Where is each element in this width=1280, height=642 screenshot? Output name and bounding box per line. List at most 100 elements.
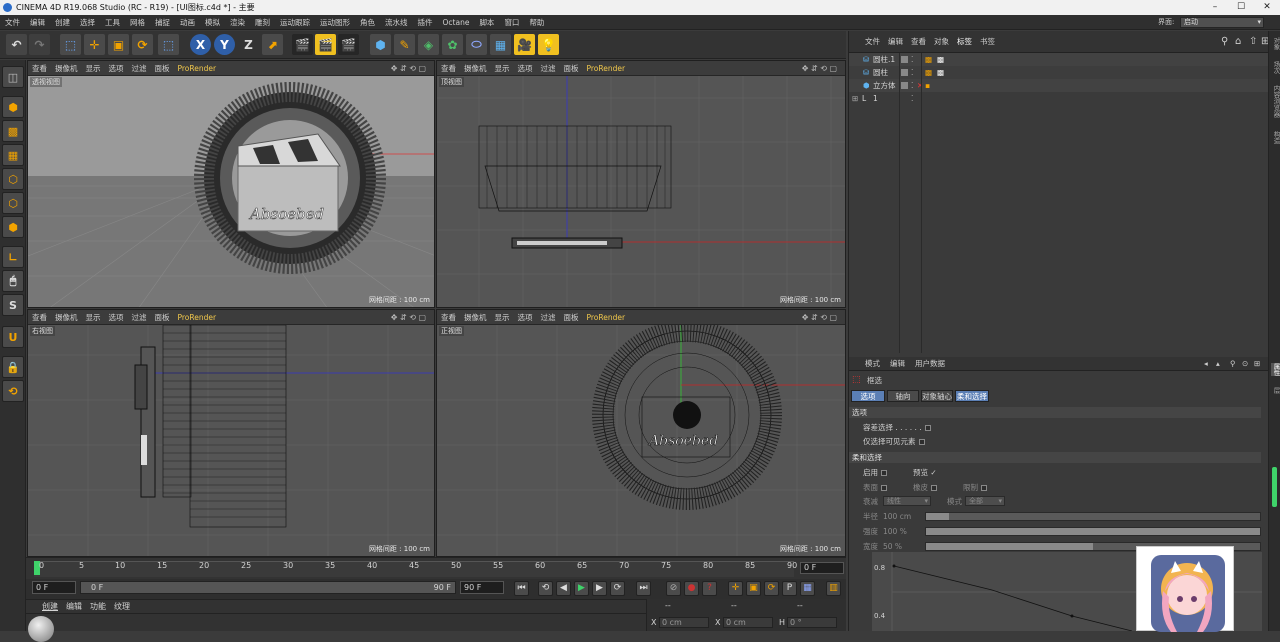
preview-checkmark[interactable]: ✓ (930, 468, 936, 477)
mode-select[interactable]: 全部 ▾ (965, 496, 1005, 506)
vp-menu-display[interactable]: 显示 (491, 61, 514, 76)
vp-menu-filter[interactable]: 过滤 (537, 310, 560, 325)
edges-mode-icon[interactable]: ⬡ (2, 192, 24, 214)
dock-tab-structure[interactable]: 构造 (1271, 131, 1280, 144)
live-selection-icon[interactable]: ⬚ (60, 34, 81, 55)
menu-tools[interactable]: 工具 (100, 15, 125, 30)
auto-key-icon[interactable]: ● (684, 581, 699, 596)
previous-frame-icon[interactable]: ◀ (556, 581, 571, 596)
recent-tool-icon[interactable]: ⬚ (158, 34, 179, 55)
tab-object-axis[interactable]: 对象轴心 (921, 390, 953, 402)
key-scale-icon[interactable]: ▣ (746, 581, 761, 596)
make-editable-icon[interactable]: ◫ (2, 66, 24, 88)
vp-menu-camera[interactable]: 摄像机 (51, 61, 82, 76)
previous-key-icon[interactable]: ⟲ (538, 581, 553, 596)
dock-tab-takes[interactable]: 场次 (1271, 61, 1280, 74)
menu-render[interactable]: 渲染 (225, 15, 250, 30)
vp-menu-camera[interactable]: 摄像机 (460, 310, 491, 325)
scroll-indicator[interactable] (1272, 467, 1277, 507)
vp-menu-options[interactable]: 选项 (105, 310, 128, 325)
current-frame-field[interactable]: 0 F (800, 562, 844, 574)
visibility-dots-icon[interactable]: ⁚ (911, 79, 913, 92)
surface-field[interactable]: 表面 (863, 482, 887, 493)
menu-plugins[interactable]: 插件 (413, 15, 438, 30)
start-frame-field[interactable]: 0 F (32, 581, 76, 594)
restrict-field[interactable]: 限制 (963, 482, 987, 493)
frame-range-slider[interactable]: 0 F 90 F (80, 581, 456, 594)
restrict-checkbox[interactable] (981, 485, 987, 491)
key-param-icon[interactable]: P (782, 581, 797, 596)
layout-grid-icon[interactable]: ⊞ (1249, 357, 1265, 371)
render-settings-icon[interactable]: 🎬 (338, 34, 359, 55)
go-to-end-icon[interactable]: ⏭ (636, 581, 651, 596)
coordinate-system-icon[interactable]: ⬈ (262, 34, 283, 55)
material-tab-function[interactable]: 功能 (86, 600, 110, 614)
material-ball[interactable] (28, 616, 54, 642)
axis-mode-icon[interactable]: ∟ (2, 246, 24, 268)
record-keys-icon[interactable]: ⊘ (666, 581, 681, 596)
material-tag-icon[interactable]: ▩ (925, 53, 932, 66)
layout-select[interactable]: 启动 ▾ (1180, 17, 1264, 28)
preview-field[interactable]: 预览 ✓ (913, 467, 937, 478)
enable-checkbox[interactable] (881, 470, 887, 476)
tab-soft-selection[interactable]: 柔和选择 (955, 390, 989, 402)
vp-menu-prorender[interactable]: ProRender (174, 61, 221, 76)
expand-icon[interactable]: ⊞ (852, 92, 858, 105)
obj-menu-tag[interactable]: 标签 (953, 31, 976, 53)
visibility-dots-icon[interactable]: ⁚ (911, 66, 913, 79)
dock-tab-attributes[interactable]: 属性 (1271, 363, 1280, 376)
material-tag-icon[interactable]: ▩ (925, 66, 932, 79)
viewport-nav-icons[interactable]: ✥ ⇵ ⟲ ▢ (798, 310, 841, 325)
home-icon[interactable]: ⌂ (1231, 31, 1245, 53)
rubber-checkbox[interactable] (931, 485, 937, 491)
tab-options[interactable]: 选项 (851, 390, 885, 402)
obj-menu-edit[interactable]: 编辑 (884, 31, 907, 53)
vp-menu-prorender[interactable]: ProRender (583, 61, 630, 76)
menu-script[interactable]: 脚本 (474, 15, 499, 30)
obj-menu-object[interactable]: 对象 (930, 31, 953, 53)
timeline-ruler[interactable]: 0 5 10 15 20 25 30 35 40 45 50 55 60 65 … (26, 557, 846, 579)
vp-menu-options[interactable]: 选项 (514, 61, 537, 76)
close-button[interactable]: ✕ (1254, 0, 1280, 15)
visible-only-field[interactable]: 仅选择可见元素 (863, 436, 925, 447)
end-frame-field[interactable]: 90 F (460, 581, 504, 594)
x-axis-button[interactable]: X (190, 34, 211, 55)
radius-slider[interactable] (925, 512, 1261, 521)
undo-button[interactable]: ↶ (6, 34, 27, 55)
obj-menu-file[interactable]: 文件 (849, 31, 884, 53)
falloff-select[interactable]: 线性 ▾ (883, 496, 931, 506)
coord-x2-field[interactable]: 0 cm (723, 617, 773, 628)
vp-menu-display[interactable]: 显示 (491, 310, 514, 325)
menu-edit[interactable]: 编辑 (25, 15, 50, 30)
surface-checkbox[interactable] (881, 485, 887, 491)
attr-menu-userdata[interactable]: 用户数据 (910, 357, 950, 371)
menu-mograph[interactable]: 运动图形 (315, 15, 355, 30)
points-mode-icon[interactable]: ⬡ (2, 168, 24, 190)
model-mode-icon[interactable]: ⬢ (2, 96, 24, 118)
visible-only-checkbox[interactable] (918, 439, 925, 445)
array-icon[interactable]: ✿ (442, 34, 463, 55)
keyframe-selection-icon[interactable]: ? (702, 581, 717, 596)
z-axis-button[interactable]: Z (238, 34, 259, 55)
viewport-nav-icons[interactable]: ✥ ⇵ ⟲ ▢ (387, 61, 430, 76)
texture-mode-icon[interactable]: ▩ (2, 120, 24, 142)
magnet-icon[interactable]: U (2, 326, 24, 348)
attr-menu-mode[interactable]: 模式 (849, 357, 885, 371)
menu-pipeline[interactable]: 流水线 (380, 15, 413, 30)
menu-character[interactable]: 角色 (355, 15, 380, 30)
vp-menu-display[interactable]: 显示 (82, 61, 105, 76)
visibility-dots-icon[interactable]: ⁚ (911, 92, 913, 105)
vp-menu-view[interactable]: 查看 (28, 310, 51, 325)
render-picture-viewer-icon[interactable]: 🎬 (315, 34, 336, 55)
go-to-start-icon[interactable]: ⏮ (514, 581, 529, 596)
vp-menu-view[interactable]: 查看 (28, 61, 51, 76)
subdivision-icon[interactable]: ◈ (418, 34, 439, 55)
y-axis-button[interactable]: Y (214, 34, 235, 55)
viewport-front[interactable]: 查看 摄像机 显示 选项 过滤 面板 ProRender ✥ ⇵ ⟲ ▢ Absoebed … (436, 309, 846, 557)
vp-menu-view[interactable]: 查看 (437, 61, 460, 76)
menu-sculpt[interactable]: 雕刻 (250, 15, 275, 30)
scale-icon[interactable]: ▣ (108, 34, 129, 55)
menu-snap[interactable]: 捕捉 (150, 15, 175, 30)
camera-icon[interactable]: 🎥 (514, 34, 535, 55)
menu-window[interactable]: 窗口 (499, 15, 524, 30)
